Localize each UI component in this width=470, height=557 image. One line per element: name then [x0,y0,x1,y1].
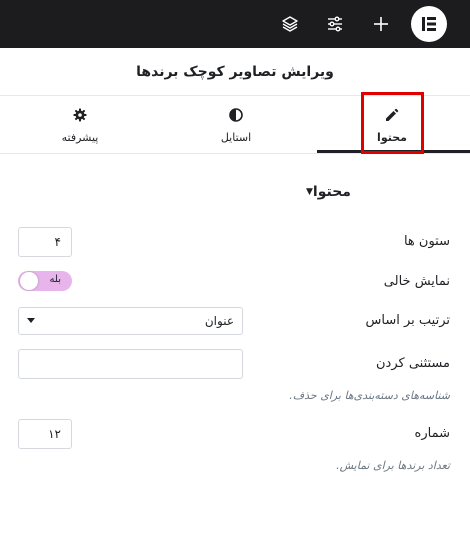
plus-icon[interactable] [367,10,395,38]
number-input[interactable]: ۱۲ [18,419,72,449]
show-empty-label: نمایش خالی [383,274,450,289]
active-tab-indicator [317,150,470,153]
elementor-logo-icon[interactable] [411,6,447,42]
tab-advanced-label: پیشرفته [61,130,99,144]
section-content-toggle[interactable]: محتوا ▼ [300,180,450,204]
tab-content-label: محتوا [377,130,407,144]
order-by-value: عنوان [204,314,234,328]
half-circle-icon [229,107,243,126]
layers-icon[interactable] [276,10,304,38]
exclude-input[interactable] [18,349,243,379]
exclude-help: شناسه‌های دسته‌بندی‌ها برای حذف. [289,389,450,402]
gear-icon [73,107,87,126]
tab-style[interactable]: استایل [158,96,314,154]
columns-input[interactable]: ۴ [18,227,72,257]
exclude-label: مستثنی کردن [376,356,450,371]
toggle-text: بله [49,274,61,285]
tab-bar: محتوا استایل پیشرفته [0,96,470,154]
tab-style-label: استایل [220,130,252,144]
caret-down-icon: ▼ [306,187,313,197]
tab-content[interactable]: محتوا [314,96,470,154]
tab-advanced[interactable]: پیشرفته [2,96,158,154]
show-empty-toggle[interactable]: بله [18,271,72,291]
number-label: شماره [414,426,450,441]
columns-label: ستون ها [403,234,450,249]
sliders-icon[interactable] [321,10,349,38]
top-toolbar [0,0,470,48]
order-by-label: ترتیب بر اساس [365,313,451,328]
number-help: تعداد برندها برای نمایش. [336,459,450,472]
section-title: محتوا [312,184,351,200]
pencil-icon [385,107,399,126]
panel-title: ویرایش تصاویر کوچک برندها [0,48,470,96]
order-by-select[interactable]: عنوان [18,307,243,335]
toggle-knob [20,272,38,290]
chevron-down-icon [27,318,35,323]
